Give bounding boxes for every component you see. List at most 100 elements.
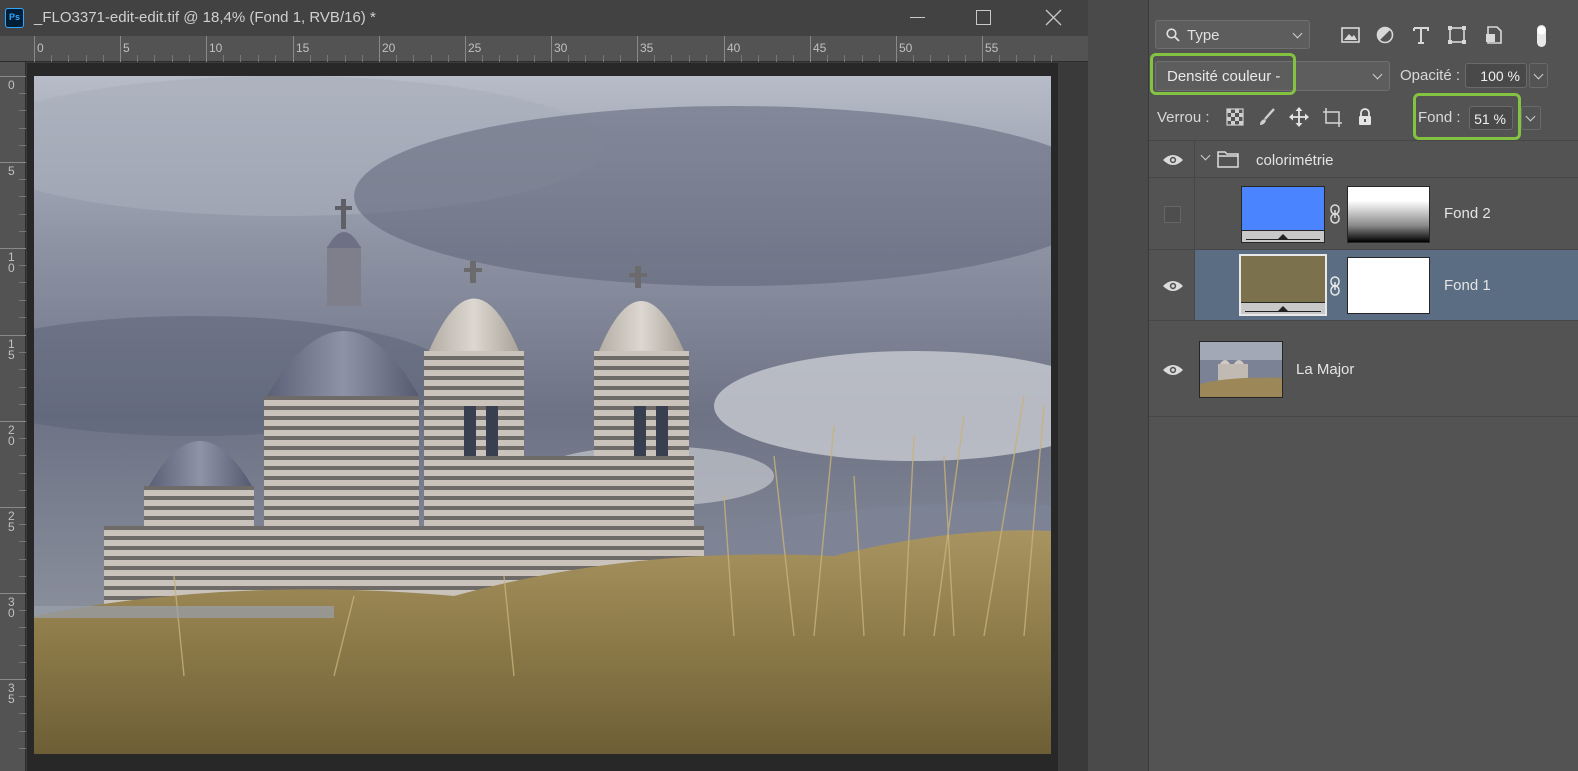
close-button[interactable] [1042,6,1066,30]
layer-mask-thumbnail[interactable] [1347,186,1430,243]
ruler-minor-tick [310,55,311,62]
opacity-input[interactable]: 100 % [1465,63,1527,88]
link-icon[interactable] [1329,203,1341,225]
close-icon [1045,9,1062,26]
group-expand-chevron-icon[interactable] [1200,150,1211,161]
layer-row-selected[interactable]: Fond 1 [1149,250,1578,321]
ruler-minor-tick [534,55,535,62]
ruler-tick-label: 50 [899,41,913,55]
visibility-toggle-off[interactable] [1164,206,1181,223]
layers-panel: Type Densité couleur - Opacité : 100 % V… [1148,0,1578,771]
image-filter-icon[interactable] [1340,24,1362,46]
ruler-minor-tick [19,369,26,370]
ruler-minor-tick [1034,55,1035,62]
opacity-dropdown-button[interactable] [1529,63,1548,88]
ruler-minor-tick [19,145,26,146]
image-layer-thumbnail[interactable] [1199,341,1283,398]
eye-icon[interactable] [1162,363,1184,377]
ruler-minor-tick [19,490,26,491]
ruler-tick: 35 [637,36,653,62]
ruler-minor-tick [258,55,259,62]
horizontal-ruler[interactable]: 0 5 10 15 20 25 30 35 40 45 50 55 [0,36,1088,62]
chevron-down-icon [1372,69,1383,80]
ruler-tick-label: 0 [8,78,15,92]
ruler-tick: 55 [982,36,998,62]
ruler-minor-tick [137,55,138,62]
layer-mask-thumbnail[interactable] [1347,257,1430,314]
ruler-minor-tick [19,610,26,611]
layer-group-row[interactable]: colorimétrie [1149,140,1578,178]
document-titlebar[interactable]: Ps _FLO3371-edit-edit.tif @ 18,4% (Fond … [0,0,1088,36]
ruler-minor-tick [431,55,432,62]
ruler-minor-tick [585,55,586,62]
link-icon[interactable] [1329,275,1341,297]
visibility-column [1149,141,1195,177]
ruler-tick-label: 15 [296,41,310,55]
ruler-minor-tick [154,55,155,62]
ruler-tick: 50 [896,36,912,62]
lock-transparent-pixels-icon[interactable] [1225,107,1245,127]
ruler-minor-tick [19,93,26,94]
layer-filter-label: Type [1187,27,1220,44]
ruler-minor-tick [68,55,69,62]
ruler-minor-tick [19,300,26,301]
fill-dropdown-button[interactable] [1521,106,1541,130]
minimize-button[interactable] [906,6,930,30]
document-window: Ps _FLO3371-edit-edit.tif @ 18,4% (Fond … [0,0,1088,771]
eye-icon[interactable] [1162,153,1184,167]
ruler-minor-tick [172,55,173,62]
ruler-tick-label: 5 [8,164,15,178]
ruler-minor-tick [19,387,26,388]
ruler-tick-label: 20 [8,423,15,448]
ruler-minor-tick [19,179,26,180]
layer-name: La Major [1296,361,1355,378]
eye-icon[interactable] [1162,279,1184,293]
ruler-minor-tick [19,731,26,732]
ruler-tick: 20 [379,36,395,62]
layer-name: colorimétrie [1256,152,1334,169]
fill-layer-thumbnail[interactable] [1241,186,1325,243]
layer-row[interactable]: La Major [1149,321,1578,417]
fill-highlight [1413,93,1521,140]
ruler-minor-tick [19,438,26,439]
panel-dock-gap [1088,0,1148,771]
ruler-tick: 10 [0,248,26,274]
maximize-button[interactable] [972,6,996,30]
type-filter-icon[interactable] [1410,24,1432,46]
ruler-minor-tick [654,55,655,62]
chevron-down-icon [1533,69,1544,80]
layer-row[interactable]: Fond 2 [1149,178,1578,250]
layer-filter-select[interactable]: Type [1155,20,1310,49]
ruler-tick-label: 30 [554,41,568,55]
smart-object-filter-icon[interactable] [1483,24,1505,46]
adjustment-filter-icon[interactable] [1374,24,1396,46]
ruler-minor-tick [758,55,759,62]
lock-artboard-icon[interactable] [1322,107,1342,127]
ruler-minor-tick [19,473,26,474]
fill-layer-badge [1242,230,1324,242]
ruler-tick-label: 15 [8,337,15,362]
ruler-minor-tick [19,541,26,542]
ruler-minor-tick [19,627,26,628]
ruler-minor-tick [862,55,863,62]
ruler-tick: 0 [0,76,26,91]
lock-image-pixels-icon[interactable] [1257,107,1277,127]
filter-toggle-icon[interactable] [1530,24,1552,47]
document-image[interactable] [34,76,1051,754]
ruler-tick: 45 [810,36,826,62]
document-scrollbar[interactable] [1060,63,1088,771]
ruler-tick: 15 [0,335,26,361]
document-title: _FLO3371-edit-edit.tif @ 18,4% (Fond 1, … [34,9,376,26]
vertical-ruler[interactable]: 0 5 10 15 20 25 30 35 [0,62,26,771]
lock-all-icon[interactable] [1355,107,1375,127]
ruler-tick-label: 30 [8,595,15,620]
ruler-minor-tick [879,55,880,62]
chevron-down-icon [1292,28,1303,39]
ruler-minor-tick [827,55,828,62]
lock-position-icon[interactable] [1289,107,1309,127]
ruler-minor-tick [19,128,26,129]
ruler-minor-tick [19,196,26,197]
ruler-minor-tick [671,55,672,62]
shape-filter-icon[interactable] [1446,24,1468,46]
fill-layer-thumbnail[interactable] [1239,254,1327,316]
